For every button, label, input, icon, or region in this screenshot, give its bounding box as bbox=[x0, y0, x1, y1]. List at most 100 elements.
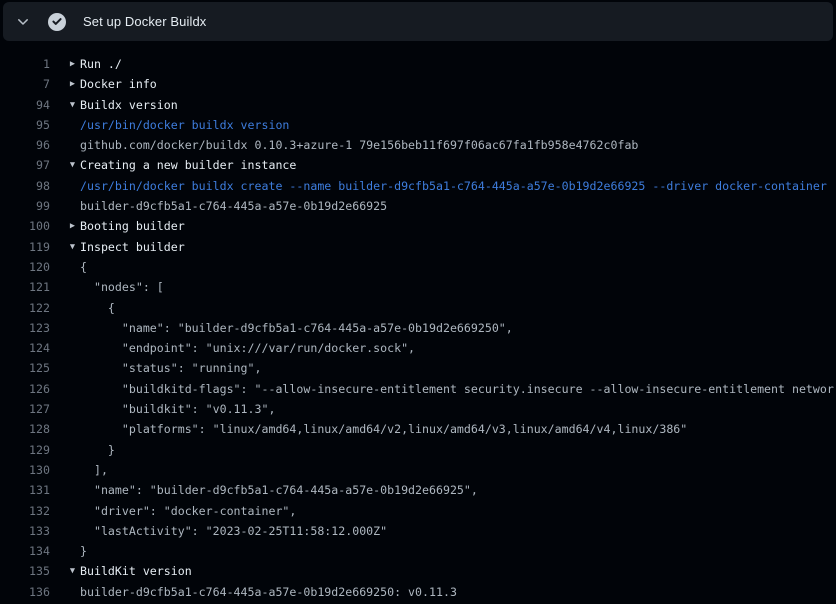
step-title: Set up Docker Buildx bbox=[83, 14, 206, 29]
triangle-right-icon[interactable]: ▶ bbox=[50, 74, 80, 94]
log-line-text: "endpoint": "unix:///var/run/docker.sock… bbox=[80, 338, 836, 358]
triangle-down-icon[interactable]: ▼ bbox=[50, 237, 80, 257]
line-number[interactable]: 97 bbox=[0, 155, 50, 175]
triangle-icon bbox=[50, 582, 80, 602]
line-number[interactable]: 7 bbox=[0, 74, 50, 94]
line-number[interactable]: 121 bbox=[0, 277, 50, 297]
log-line-text: /usr/bin/docker buildx create --name bui… bbox=[80, 176, 836, 196]
log-line: 134 } bbox=[0, 541, 836, 561]
log-line: 130 ], bbox=[0, 460, 836, 480]
log-group-header[interactable]: 1 ▶ Run ./ bbox=[0, 54, 836, 74]
log-group-header[interactable]: 100 ▶ Booting builder bbox=[0, 216, 836, 236]
triangle-icon bbox=[50, 298, 80, 318]
log-line: 120 { bbox=[0, 257, 836, 277]
chevron-down-icon[interactable] bbox=[16, 15, 30, 29]
triangle-down-icon[interactable]: ▼ bbox=[50, 95, 80, 115]
log-line-text: Buildx version bbox=[80, 95, 836, 115]
line-number[interactable]: 136 bbox=[0, 582, 50, 602]
log-line: 129 } bbox=[0, 440, 836, 460]
log-group-header[interactable]: 119 ▼ Inspect builder bbox=[0, 237, 836, 257]
triangle-icon bbox=[50, 135, 80, 155]
line-number[interactable]: 120 bbox=[0, 257, 50, 277]
triangle-icon bbox=[50, 277, 80, 297]
triangle-down-icon[interactable]: ▼ bbox=[50, 561, 80, 581]
log-line-text: ], bbox=[80, 460, 836, 480]
log-line-text: { bbox=[80, 257, 836, 277]
log-line-text: "lastActivity": "2023-02-25T11:58:12.000… bbox=[80, 521, 836, 541]
triangle-down-icon[interactable]: ▼ bbox=[50, 155, 80, 175]
line-number[interactable]: 122 bbox=[0, 298, 50, 318]
log-line: 132 "driver": "docker-container", bbox=[0, 501, 836, 521]
triangle-icon bbox=[50, 480, 80, 500]
log-line-text: /usr/bin/docker buildx version bbox=[80, 115, 836, 135]
log-line: 96 github.com/docker/buildx 0.10.3+azure… bbox=[0, 135, 836, 155]
log-line: 131 "name": "builder-d9cfb5a1-c764-445a-… bbox=[0, 480, 836, 500]
triangle-icon bbox=[50, 399, 80, 419]
line-number[interactable]: 96 bbox=[0, 135, 50, 155]
log-group-header[interactable]: 7 ▶ Docker info bbox=[0, 74, 836, 94]
triangle-icon bbox=[50, 115, 80, 135]
log-line-text: "driver": "docker-container", bbox=[80, 501, 836, 521]
log-line: 95 /usr/bin/docker buildx version bbox=[0, 115, 836, 135]
log-line-text: "name": "builder-d9cfb5a1-c764-445a-a57e… bbox=[80, 318, 836, 338]
line-number[interactable]: 134 bbox=[0, 541, 50, 561]
log-line-text: "buildkitd-flags": "--allow-insecure-ent… bbox=[80, 379, 836, 399]
log-line-text: builder-d9cfb5a1-c764-445a-a57e-0b19d2e6… bbox=[80, 582, 836, 602]
log-line-text: Docker info bbox=[80, 74, 836, 94]
log-line: 128 "platforms": "linux/amd64,linux/amd6… bbox=[0, 419, 836, 439]
line-number[interactable]: 132 bbox=[0, 501, 50, 521]
log-group-header[interactable]: 135 ▼ BuildKit version bbox=[0, 561, 836, 581]
log-line-text: "status": "running", bbox=[80, 358, 836, 378]
log-line: 127 "buildkit": "v0.11.3", bbox=[0, 399, 836, 419]
log-line-text: } bbox=[80, 440, 836, 460]
log-line: 123 "name": "builder-d9cfb5a1-c764-445a-… bbox=[0, 318, 836, 338]
log-line: 99 builder-d9cfb5a1-c764-445a-a57e-0b19d… bbox=[0, 196, 836, 216]
line-number[interactable]: 125 bbox=[0, 358, 50, 378]
line-number[interactable]: 100 bbox=[0, 216, 50, 236]
log-container: 1 ▶ Run ./ 7 ▶ Docker info 94 ▼ Buildx v… bbox=[0, 44, 836, 604]
line-number[interactable]: 135 bbox=[0, 561, 50, 581]
log-line-text: "platforms": "linux/amd64,linux/amd64/v2… bbox=[80, 419, 836, 439]
triangle-icon bbox=[50, 358, 80, 378]
line-number[interactable]: 94 bbox=[0, 95, 50, 115]
triangle-icon bbox=[50, 501, 80, 521]
check-circle-icon bbox=[48, 13, 66, 31]
log-line-text: } bbox=[80, 541, 836, 561]
line-number[interactable]: 119 bbox=[0, 237, 50, 257]
log-line-text: Booting builder bbox=[80, 216, 836, 236]
log-line-text: Creating a new builder instance bbox=[80, 155, 836, 175]
triangle-right-icon[interactable]: ▶ bbox=[50, 216, 80, 236]
triangle-icon bbox=[50, 541, 80, 561]
triangle-right-icon[interactable]: ▶ bbox=[50, 54, 80, 74]
triangle-icon bbox=[50, 257, 80, 277]
log-lines: 1 ▶ Run ./ 7 ▶ Docker info 94 ▼ Buildx v… bbox=[0, 54, 836, 602]
log-line: 121 "nodes": [ bbox=[0, 277, 836, 297]
line-number[interactable]: 95 bbox=[0, 115, 50, 135]
line-number[interactable]: 128 bbox=[0, 419, 50, 439]
log-line-text: github.com/docker/buildx 0.10.3+azure-1 … bbox=[80, 135, 836, 155]
triangle-icon bbox=[50, 521, 80, 541]
triangle-icon bbox=[50, 440, 80, 460]
log-group-header[interactable]: 97 ▼ Creating a new builder instance bbox=[0, 155, 836, 175]
log-line-text: "buildkit": "v0.11.3", bbox=[80, 399, 836, 419]
log-line: 122 { bbox=[0, 298, 836, 318]
step-header[interactable]: Set up Docker Buildx bbox=[3, 2, 833, 41]
line-number[interactable]: 130 bbox=[0, 460, 50, 480]
line-number[interactable]: 99 bbox=[0, 196, 50, 216]
log-line: 126 "buildkitd-flags": "--allow-insecure… bbox=[0, 379, 836, 399]
triangle-icon bbox=[50, 460, 80, 480]
line-number[interactable]: 129 bbox=[0, 440, 50, 460]
log-group-header[interactable]: 94 ▼ Buildx version bbox=[0, 95, 836, 115]
line-number[interactable]: 124 bbox=[0, 338, 50, 358]
line-number[interactable]: 1 bbox=[0, 54, 50, 74]
log-line-text: builder-d9cfb5a1-c764-445a-a57e-0b19d2e6… bbox=[80, 196, 836, 216]
triangle-icon bbox=[50, 196, 80, 216]
line-number[interactable]: 131 bbox=[0, 480, 50, 500]
line-number[interactable]: 133 bbox=[0, 521, 50, 541]
log-line-text: Run ./ bbox=[80, 54, 836, 74]
triangle-icon bbox=[50, 338, 80, 358]
line-number[interactable]: 126 bbox=[0, 379, 50, 399]
line-number[interactable]: 98 bbox=[0, 176, 50, 196]
line-number[interactable]: 127 bbox=[0, 399, 50, 419]
line-number[interactable]: 123 bbox=[0, 318, 50, 338]
